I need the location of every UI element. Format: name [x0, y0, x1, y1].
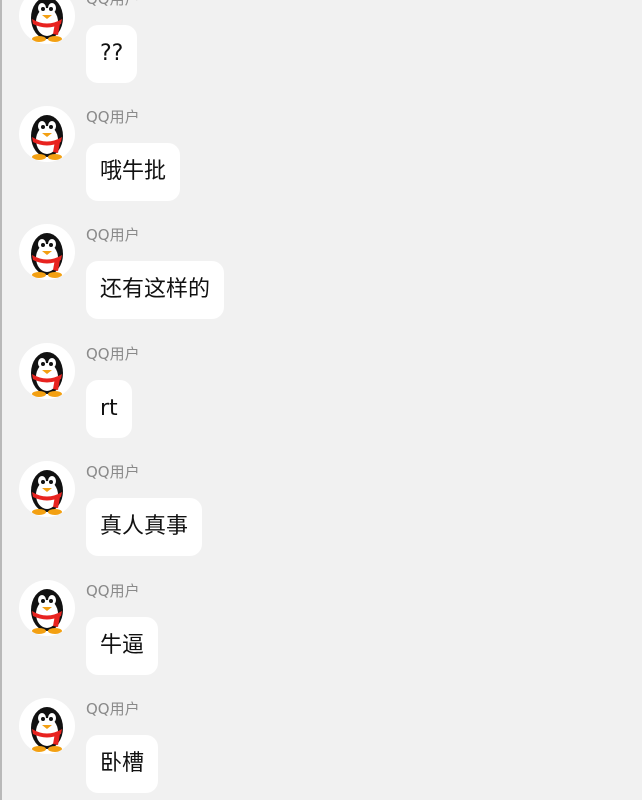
chat-message: QQ用户 真人真事: [2, 461, 642, 579]
username: QQ用户: [86, 108, 140, 126]
message-bubble[interactable]: 牛逼: [86, 617, 159, 675]
chat-message-list[interactable]: QQ用户 ?? QQ用户 哦牛批: [0, 0, 642, 800]
qq-penguin-avatar-icon[interactable]: [19, 461, 75, 517]
message-bubble[interactable]: 卧槽: [86, 735, 159, 793]
chat-message: QQ用户 哦牛批: [2, 106, 642, 224]
qq-penguin-avatar-icon[interactable]: [19, 106, 75, 162]
chat-message: QQ用户 还有这样的: [2, 224, 642, 342]
qq-penguin-avatar-icon[interactable]: [19, 224, 75, 280]
message-bubble[interactable]: 还有这样的: [86, 261, 225, 319]
qq-penguin-avatar-icon[interactable]: [19, 580, 75, 636]
qq-penguin-avatar-icon[interactable]: [19, 0, 75, 44]
message-bubble[interactable]: 真人真事: [86, 498, 203, 556]
qq-penguin-avatar-icon[interactable]: [19, 698, 75, 754]
message-bubble[interactable]: ??: [86, 25, 138, 83]
username: QQ用户: [86, 226, 140, 244]
chat-message: QQ用户 rt: [2, 343, 642, 461]
username: QQ用户: [86, 700, 140, 718]
username: QQ用户: [86, 0, 140, 8]
qq-penguin-avatar-icon[interactable]: [19, 343, 75, 399]
chat-message: QQ用户 卧槽: [2, 698, 642, 800]
chat-message: QQ用户 牛逼: [2, 580, 642, 698]
chat-message: QQ用户 ??: [2, 0, 642, 106]
message-bubble[interactable]: 哦牛批: [86, 143, 181, 201]
username: QQ用户: [86, 345, 140, 363]
username: QQ用户: [86, 582, 140, 600]
username: QQ用户: [86, 463, 140, 481]
message-bubble[interactable]: rt: [86, 380, 132, 438]
